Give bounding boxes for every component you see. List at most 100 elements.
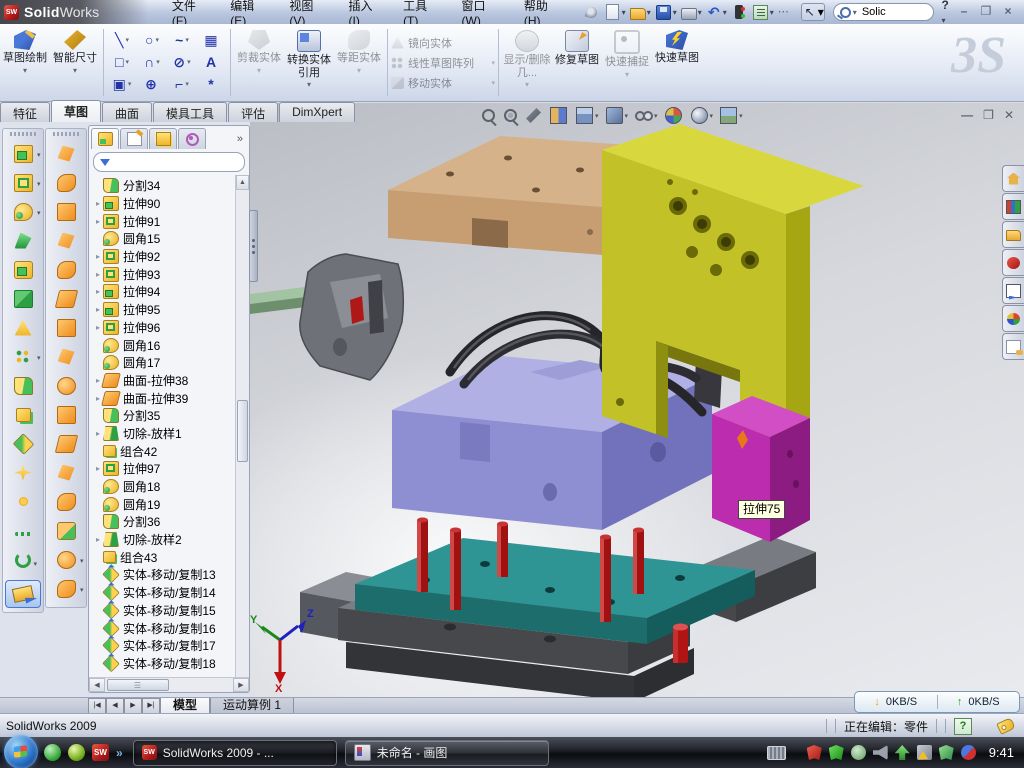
tree-item[interactable]: 分割36 xyxy=(93,513,235,531)
tree-item[interactable]: 圆角16 xyxy=(93,336,235,354)
view-settings-icon[interactable]: ▾ xyxy=(720,107,743,124)
radiate-surface-icon[interactable] xyxy=(47,342,85,371)
tree-item[interactable]: 分割35 xyxy=(93,407,235,425)
graphics-viewport[interactable]: ▾▾▾▾▾ — ❐ ✕ 拉伸75 Y Z X xyxy=(250,103,1024,697)
knit-surface-icon[interactable] xyxy=(47,371,85,400)
point-tool[interactable]: * xyxy=(197,73,227,95)
extend-surface-icon[interactable] xyxy=(47,458,85,487)
select-dropdown[interactable]: ▾ xyxy=(818,5,824,19)
panel-splitter[interactable] xyxy=(249,210,258,282)
scroll-thumb[interactable] xyxy=(237,400,248,462)
quicklaunch-overflow-chevron[interactable]: » xyxy=(116,746,123,760)
configurationmanager-tab[interactable] xyxy=(149,128,177,149)
toolbar-grip[interactable] xyxy=(10,132,36,136)
ellipse-tool[interactable]: ⊘▾ xyxy=(167,51,197,73)
trim-surface-icon[interactable] xyxy=(47,429,85,458)
tree-item[interactable]: 实体-移动/复制13 xyxy=(93,566,235,584)
messenger-icon[interactable] xyxy=(44,744,61,761)
network-warning-icon[interactable] xyxy=(917,745,932,760)
doc-minimize-button[interactable]: — xyxy=(961,108,973,122)
offset-surface-icon[interactable] xyxy=(47,313,85,342)
search-scope-dropdown[interactable]: ▾ xyxy=(853,8,857,17)
zoom-to-area-icon[interactable] xyxy=(504,109,519,122)
tree-item[interactable]: 分割34 xyxy=(93,177,235,195)
tree-item[interactable]: 圆角15 xyxy=(93,230,235,248)
tree-item[interactable]: ▸ 拉伸91 xyxy=(93,212,235,230)
tree-item[interactable]: ▸ 切除-放样2 xyxy=(93,531,235,549)
slot-tool[interactable]: ▣▾ xyxy=(107,73,137,95)
featuremanager-tab[interactable] xyxy=(91,128,119,149)
doc-tab-nav-button[interactable]: ◀ xyxy=(106,698,124,714)
design-library-tab[interactable] xyxy=(1002,193,1024,220)
move-entities-button[interactable]: 移动实体▾ xyxy=(391,75,495,91)
expand-arrow[interactable]: ▸ xyxy=(93,305,103,314)
tree-item[interactable]: 圆角17 xyxy=(93,354,235,372)
reference-point-icon[interactable] xyxy=(4,487,42,516)
scroll-up-arrow[interactable]: ▲ xyxy=(236,175,249,190)
doc-tab-nav-button[interactable]: ▶| xyxy=(142,698,160,714)
update-check-icon[interactable] xyxy=(851,745,866,760)
repair-sketch-button[interactable]: 修复草图 xyxy=(552,24,602,101)
close-button[interactable]: × xyxy=(1000,5,1016,19)
antivirus-shield-icon[interactable] xyxy=(807,745,822,760)
model-3d[interactable] xyxy=(250,122,1024,697)
zoom-to-fit-icon[interactable] xyxy=(482,109,497,122)
expand-arrow[interactable]: ▸ xyxy=(93,287,103,296)
convert-entities-button[interactable]: 转换实体引用▾ xyxy=(284,24,334,101)
part-core-block[interactable] xyxy=(392,356,737,530)
expand-arrow[interactable]: ▸ xyxy=(93,429,103,438)
ribbon-tab[interactable]: 草图 xyxy=(51,100,101,122)
tree-item[interactable]: ▸ 切除-放样1 xyxy=(93,425,235,443)
boundary-surface-icon[interactable] xyxy=(47,255,85,284)
quick-snaps-button[interactable]: 快速捕捉▾ xyxy=(602,24,652,101)
tree-item[interactable]: ▸ 拉伸95 xyxy=(93,301,235,319)
minimize-button[interactable]: – xyxy=(956,5,972,19)
custom-properties-tab[interactable] xyxy=(1002,333,1024,360)
ribbon-tab[interactable]: 评估 xyxy=(228,102,278,122)
reference-axis-icon[interactable] xyxy=(4,516,42,545)
tree-item[interactable]: 组合43 xyxy=(93,548,235,566)
search-box[interactable]: ▾ xyxy=(833,3,934,21)
propertymanager-tab[interactable] xyxy=(120,128,148,149)
new-document-icon[interactable]: ▾ xyxy=(602,3,628,21)
mirror-entities-button[interactable]: 镜向实体 xyxy=(391,35,495,51)
ribbon-tab[interactable]: 曲面 xyxy=(102,102,152,122)
scroll-left-arrow[interactable]: ◀ xyxy=(89,678,105,692)
polygon-tool[interactable]: ⊕ xyxy=(137,73,167,95)
doc-restore-button[interactable]: ❐ xyxy=(983,108,994,122)
tree-item[interactable]: 实体-移动/复制16 xyxy=(93,619,235,637)
arc-tool[interactable]: ∩▾ xyxy=(137,51,167,73)
tree-item[interactable]: ▸ 拉伸97 xyxy=(93,460,235,478)
planar-surface-icon[interactable] xyxy=(47,284,85,313)
text-tool[interactable]: A xyxy=(197,51,227,73)
ribbon-tab[interactable]: 特征 xyxy=(0,102,50,122)
extruded-cut-icon[interactable]: ▾ xyxy=(4,168,42,197)
save-icon[interactable]: ▾ xyxy=(653,3,679,22)
volume-icon[interactable] xyxy=(873,745,888,760)
move-copy-body-icon[interactable] xyxy=(4,429,42,458)
ribbon-tab[interactable]: DimXpert xyxy=(279,102,355,122)
trim-entities-button[interactable]: 剪裁实体▾ xyxy=(234,24,284,101)
sketch-fillet-tool[interactable]: ⌐▾ xyxy=(167,73,197,95)
smart-dimension-button[interactable]: 智能尺寸 ▾ xyxy=(50,24,100,101)
offset-entities-button[interactable]: 等距实体▾ xyxy=(334,24,384,101)
display-delete-relations-button[interactable]: 显示/删除几...▾ xyxy=(502,24,552,101)
tree-item[interactable]: 实体-移动/复制15 xyxy=(93,602,235,620)
shell-icon[interactable] xyxy=(4,284,42,313)
tree-filter[interactable] xyxy=(93,152,245,172)
view-palette-tab[interactable] xyxy=(1002,277,1024,304)
expand-arrow[interactable]: ▸ xyxy=(93,252,103,261)
part-slider-block[interactable] xyxy=(712,396,810,542)
tree-item[interactable]: 实体-移动/复制14 xyxy=(93,584,235,602)
tag-icon[interactable] xyxy=(996,717,1016,735)
linear-sketch-pattern-button[interactable]: 线性草图阵列▾ xyxy=(391,55,495,71)
previous-view-icon[interactable] xyxy=(526,108,543,123)
curve-icon[interactable]: ▾ xyxy=(4,458,42,487)
thicken-icon[interactable] xyxy=(47,400,85,429)
tree-item[interactable]: ▸ 拉伸92 xyxy=(93,248,235,266)
document-tab[interactable]: 运动算例 1 xyxy=(210,698,294,714)
helix-icon[interactable]: ▾ xyxy=(4,545,42,574)
quick-tips-button[interactable]: ? xyxy=(954,718,972,735)
tree-item[interactable]: ▸ 曲面-拉伸38 xyxy=(93,372,235,390)
dimxpertmanager-tab[interactable] xyxy=(178,128,206,149)
